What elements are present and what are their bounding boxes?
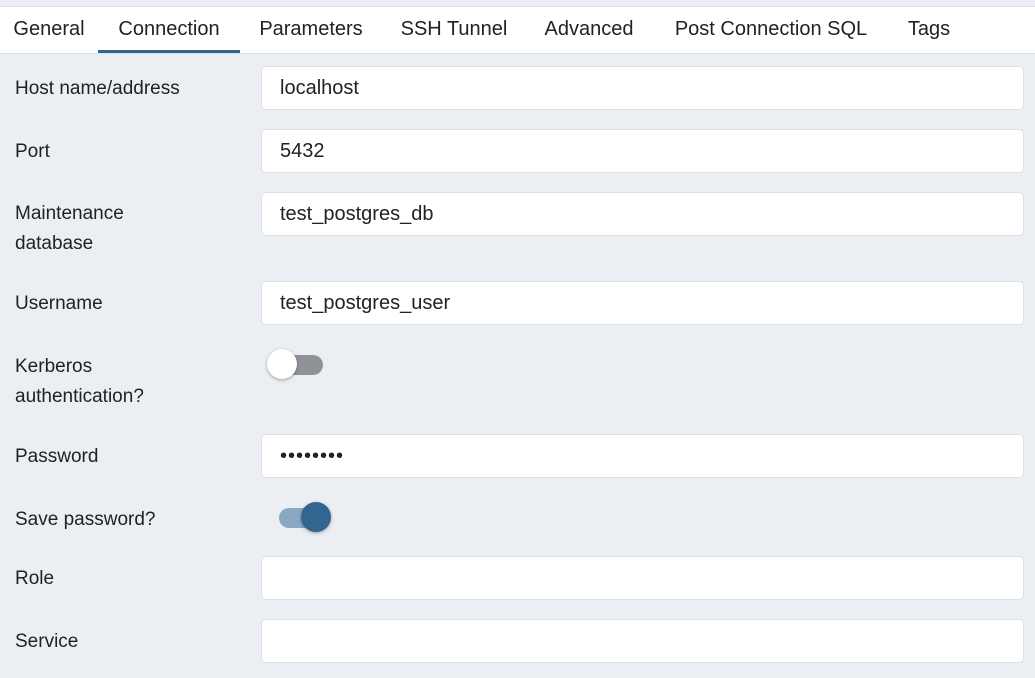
password-label: Password <box>15 442 98 472</box>
toggle-knob <box>301 502 331 532</box>
maintenance-db-input[interactable]: test_postgres_db <box>261 192 1024 236</box>
tab-bar: General Connection Parameters SSH Tunnel… <box>0 6 1035 54</box>
role-input[interactable] <box>261 556 1024 600</box>
tab-connection[interactable]: Connection <box>98 7 240 53</box>
username-input[interactable]: test_postgres_user <box>261 281 1024 325</box>
tab-parameters[interactable]: Parameters <box>240 7 382 53</box>
kerberos-toggle[interactable] <box>267 345 323 383</box>
save-password-label: Save password? <box>15 505 155 535</box>
tab-post-connection-sql[interactable]: Post Connection SQL <box>652 7 890 53</box>
host-label: Host name/address <box>15 74 180 104</box>
password-input[interactable]: •••••••• <box>261 434 1024 478</box>
tab-tags[interactable]: Tags <box>890 7 968 53</box>
tab-advanced[interactable]: Advanced <box>526 7 652 53</box>
tab-general[interactable]: General <box>0 7 98 53</box>
service-label: Service <box>15 627 78 657</box>
username-label: Username <box>15 289 103 319</box>
maintenance-db-label-line2: database <box>15 229 93 259</box>
maintenance-db-label-line1: Maintenance <box>15 199 124 229</box>
service-input[interactable] <box>261 619 1024 663</box>
kerberos-label-line2: authentication? <box>15 382 144 412</box>
host-input[interactable]: localhost <box>261 66 1024 110</box>
port-input[interactable]: 5432 <box>261 129 1024 173</box>
save-password-toggle[interactable] <box>261 498 337 536</box>
toggle-knob <box>267 349 297 379</box>
kerberos-label-line1: Kerberos <box>15 352 92 382</box>
role-label: Role <box>15 564 54 594</box>
port-label: Port <box>15 137 50 167</box>
tab-ssh-tunnel[interactable]: SSH Tunnel <box>382 7 526 53</box>
